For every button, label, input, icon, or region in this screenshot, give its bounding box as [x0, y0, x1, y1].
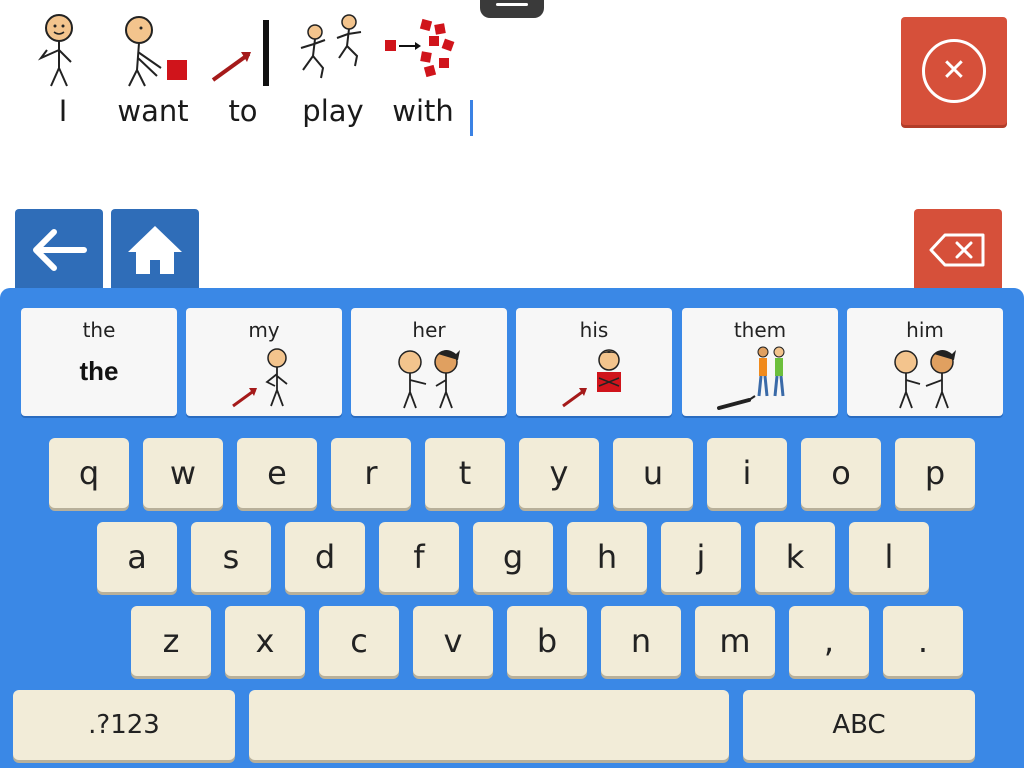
key-n[interactable]: n	[601, 606, 681, 676]
abc-key[interactable]: ABC	[743, 690, 975, 760]
girl-pointing-boy-icon	[894, 350, 956, 409]
key-f[interactable]: f	[379, 522, 459, 592]
prediction-him[interactable]: him	[847, 308, 1003, 416]
keyboard-panel: the the my her his them him q w e r t y …	[0, 288, 1024, 768]
sentence-word-to[interactable]: to	[198, 10, 288, 128]
arrow-to-boy-icon	[562, 349, 621, 408]
prediction-them[interactable]: them	[682, 308, 838, 416]
backspace-icon	[929, 233, 985, 267]
key-k[interactable]: k	[755, 522, 835, 592]
arrow-left-icon	[33, 229, 87, 271]
key-g[interactable]: g	[473, 522, 553, 592]
sentence-word-want[interactable]: want	[108, 10, 198, 128]
home-icon	[128, 226, 182, 274]
sentence-word-with[interactable]: with	[378, 10, 468, 128]
prediction-label: my	[248, 318, 280, 342]
key-w[interactable]: w	[143, 438, 223, 508]
prediction-label: his	[579, 318, 609, 342]
key-y[interactable]: y	[519, 438, 599, 508]
sentence-word-play[interactable]: play	[288, 10, 378, 128]
prediction-the[interactable]: the the	[21, 308, 177, 416]
home-button[interactable]	[111, 209, 199, 291]
arrow-to-person-icon	[232, 348, 288, 408]
key-j[interactable]: j	[661, 522, 741, 592]
blocks-group-icon	[385, 18, 455, 78]
prediction-my[interactable]: my	[186, 308, 342, 416]
key-b[interactable]: b	[507, 606, 587, 676]
space-bar[interactable]	[249, 690, 729, 760]
sentence-word-i[interactable]: I	[18, 10, 108, 128]
word-label: to	[228, 94, 258, 128]
backspace-button[interactable]	[914, 209, 1002, 291]
prediction-label: him	[906, 318, 944, 342]
back-button[interactable]	[15, 209, 103, 291]
drag-handle[interactable]	[480, 0, 544, 18]
prediction-label: them	[733, 318, 787, 342]
word-label: want	[117, 94, 189, 128]
key-h[interactable]: h	[567, 522, 647, 592]
key-r[interactable]: r	[331, 438, 411, 508]
prediction-her[interactable]: her	[351, 308, 507, 416]
prediction-his[interactable]: his	[516, 308, 672, 416]
person-pointing-self-icon	[37, 14, 73, 87]
sentence-bar[interactable]: I want to play with	[18, 10, 473, 150]
text-cursor	[470, 100, 473, 136]
word-label: I	[58, 94, 68, 128]
key-z[interactable]: z	[131, 606, 211, 676]
arrow-to-line-icon	[211, 20, 269, 86]
key-l[interactable]: l	[849, 522, 929, 592]
key-u[interactable]: u	[613, 438, 693, 508]
key-m[interactable]: m	[695, 606, 775, 676]
boy-pointing-girl-icon	[398, 350, 460, 409]
key-period[interactable]: .	[883, 606, 963, 676]
word-label: play	[302, 94, 364, 128]
clear-sentence-button[interactable]: ✕	[901, 17, 1007, 125]
key-s[interactable]: s	[191, 522, 271, 592]
key-c[interactable]: c	[319, 606, 399, 676]
key-p[interactable]: p	[895, 438, 975, 508]
aac-app: I want to play with ✕ the the my her his…	[0, 0, 1024, 768]
numbers-key[interactable]: .?123	[13, 690, 235, 760]
people-running-icon	[300, 14, 362, 79]
key-v[interactable]: v	[413, 606, 493, 676]
key-comma[interactable]: ,	[789, 606, 869, 676]
key-d[interactable]: d	[285, 522, 365, 592]
prediction-label: the	[82, 318, 116, 342]
close-icon: ✕	[922, 39, 986, 103]
key-e[interactable]: e	[237, 438, 317, 508]
pointing-two-people-icon	[717, 346, 785, 410]
key-i[interactable]: i	[707, 438, 787, 508]
prediction-text: the	[79, 356, 119, 386]
key-o[interactable]: o	[801, 438, 881, 508]
word-label: with	[392, 94, 454, 128]
key-q[interactable]: q	[49, 438, 129, 508]
key-x[interactable]: x	[225, 606, 305, 676]
key-a[interactable]: a	[97, 522, 177, 592]
person-reaching-icon	[125, 16, 187, 87]
prediction-label: her	[412, 318, 446, 342]
key-t[interactable]: t	[425, 438, 505, 508]
